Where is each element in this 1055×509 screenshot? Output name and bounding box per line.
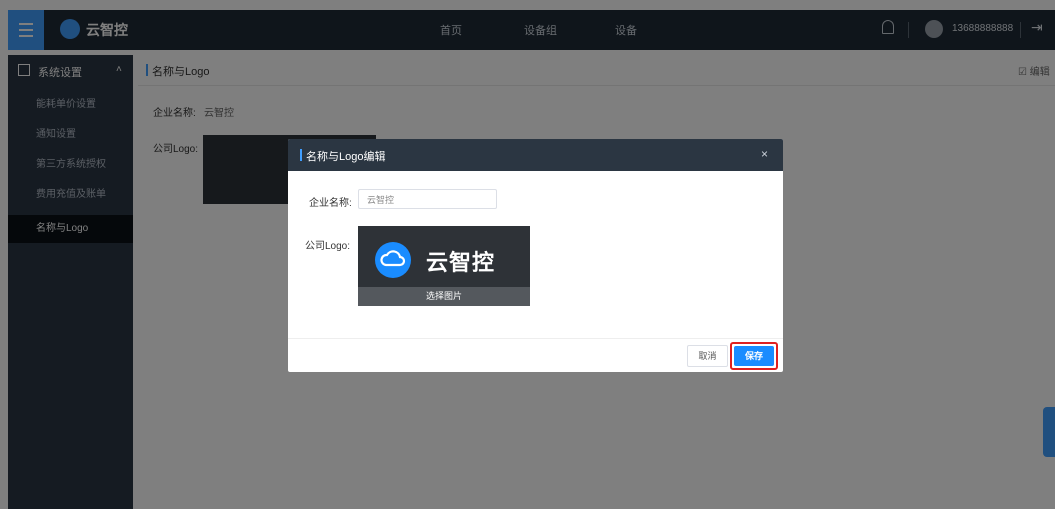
company-logo-field-label: 公司Logo: [305, 241, 351, 252]
dialog-title: 名称与Logo编辑 [306, 151, 386, 163]
cancel-button[interactable]: 取消 [687, 345, 728, 367]
company-name-field-label: 企业名称: [309, 198, 352, 209]
logo-text: 云智控 [426, 250, 496, 275]
footer-divider [288, 338, 783, 339]
company-name-input[interactable] [358, 189, 497, 209]
app-window: 云智控 首页 设备组 设备 13688888888 ⇥ 系统设置 ˄ 能耗单价设… [0, 0, 1055, 509]
title-accent-bar [300, 149, 302, 161]
logo-upload-box[interactable]: 云智控 选择图片 [358, 226, 530, 306]
dialog-header: 名称与Logo编辑 × [288, 139, 783, 171]
cloud-logo-icon [375, 242, 411, 278]
save-button[interactable]: 保存 [734, 346, 774, 366]
edit-name-logo-dialog: 名称与Logo编辑 × 企业名称: 公司Logo: 云智控 选择图片 取消 保存 [288, 139, 783, 372]
choose-image-button[interactable]: 选择图片 [358, 287, 530, 306]
close-icon[interactable]: × [761, 147, 768, 161]
